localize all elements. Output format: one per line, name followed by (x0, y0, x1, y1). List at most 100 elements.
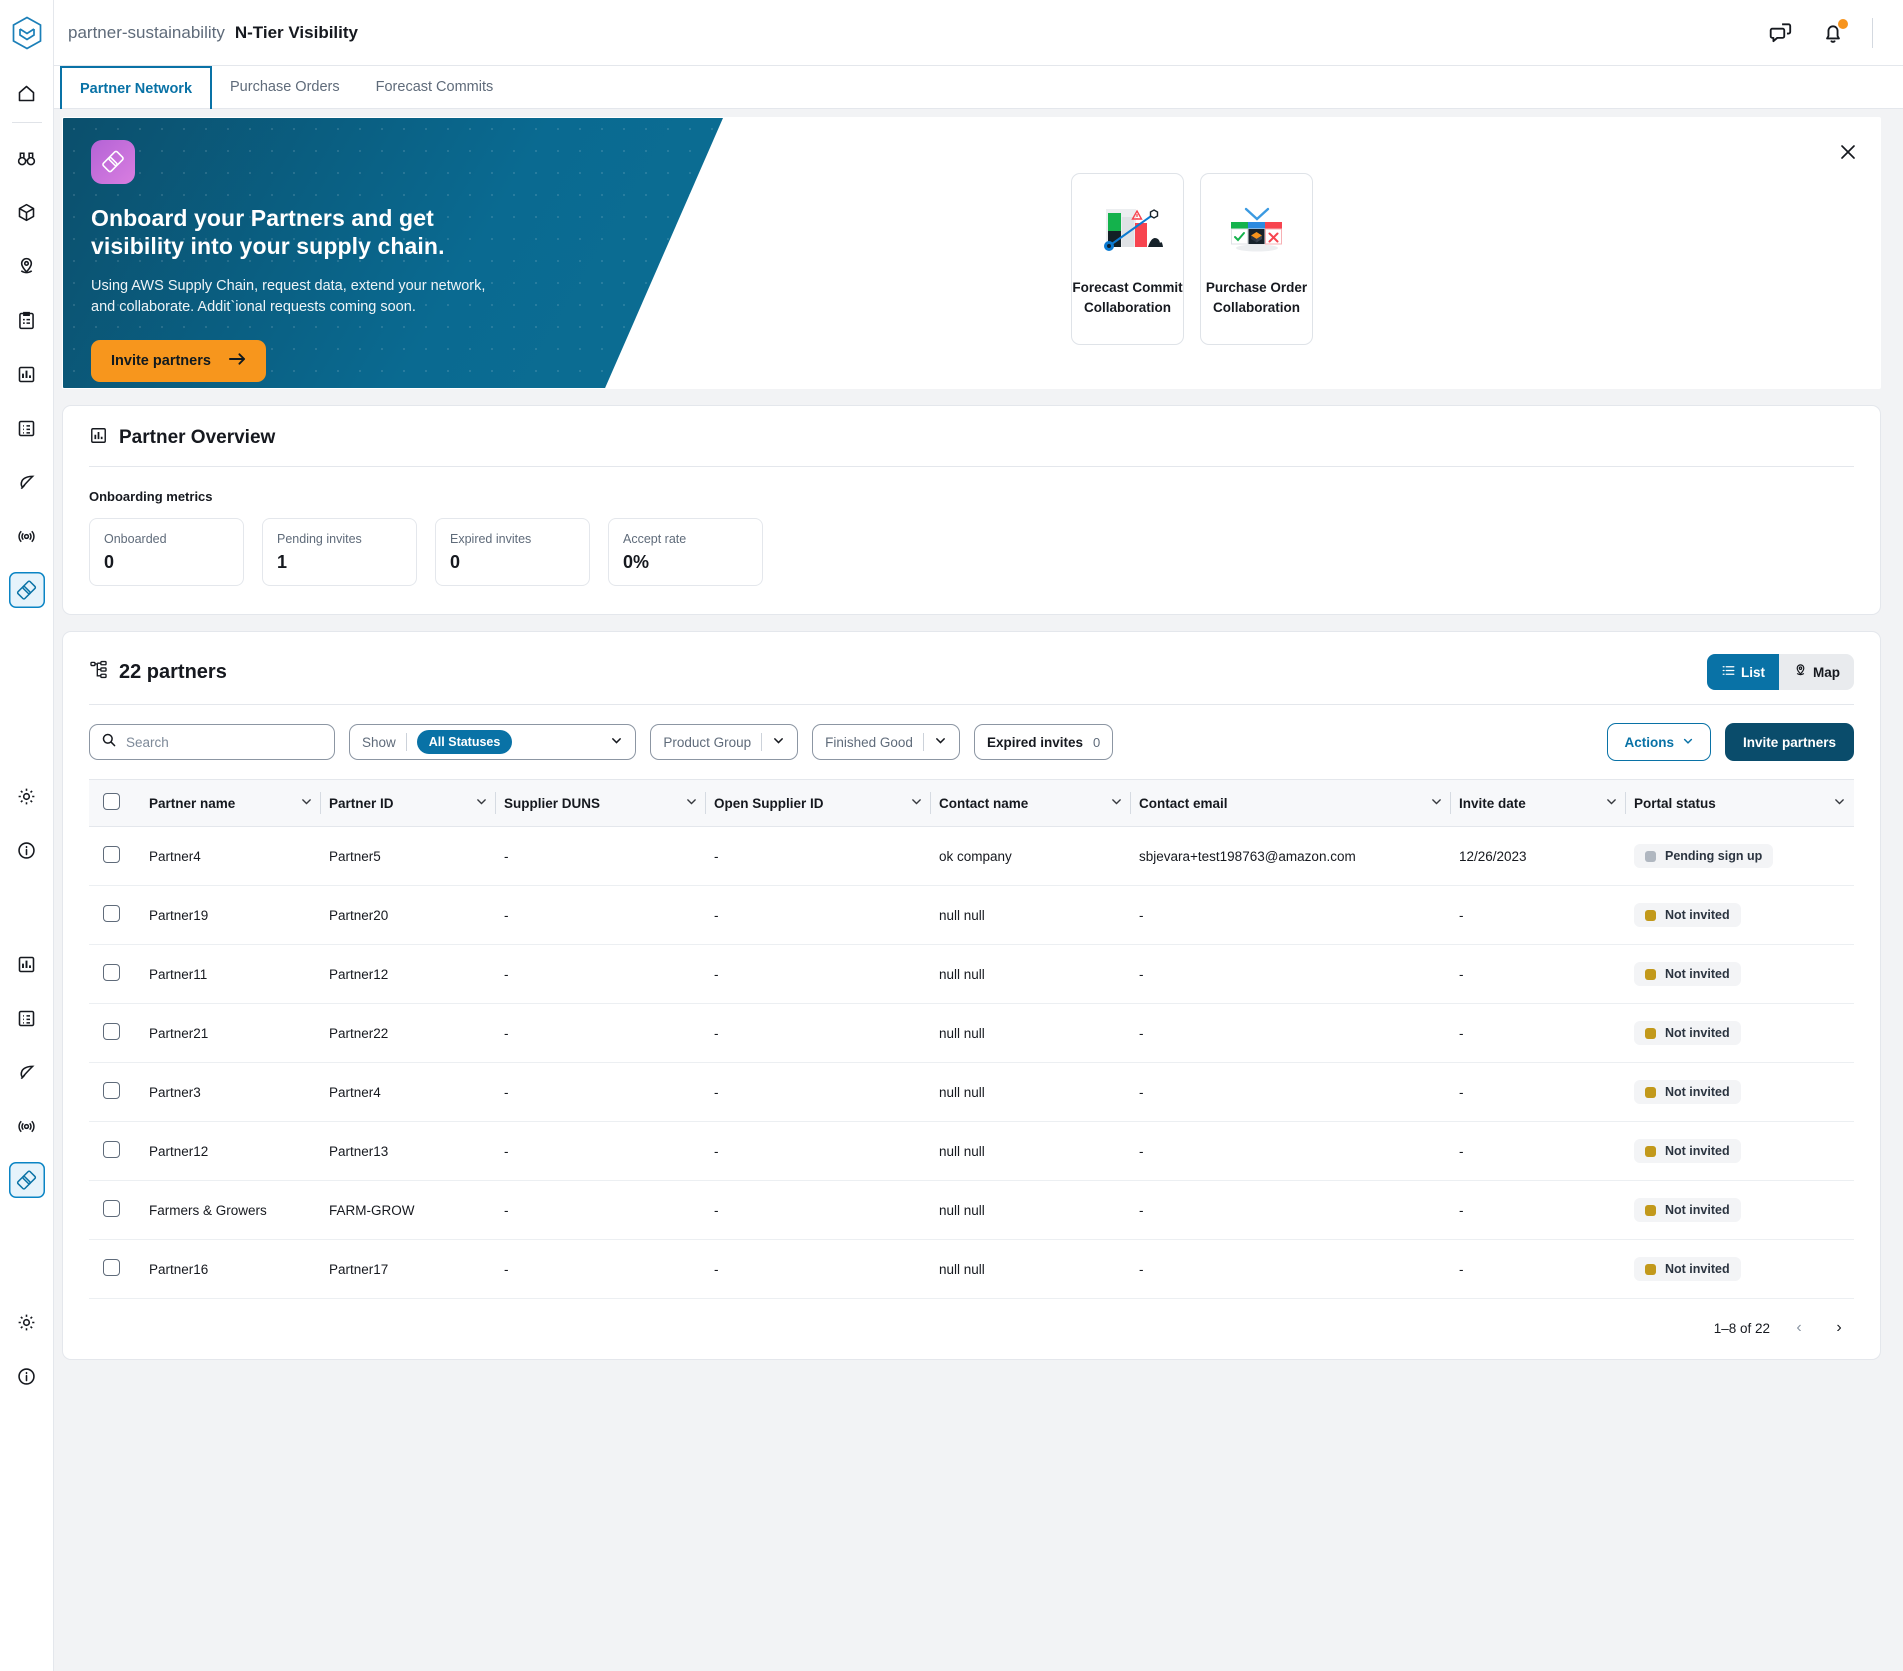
partners-filters: Show All Statuses Product Group Finished… (63, 705, 1880, 779)
chevron-down-icon (300, 795, 313, 811)
sidebar-item-analytics-2[interactable] (9, 946, 45, 982)
search-box[interactable] (89, 724, 335, 760)
sidebar-item-network-radar[interactable] (9, 518, 45, 554)
invite-partners-button[interactable]: Invite partners (1724, 723, 1854, 761)
cell-partner-name: Partner21 (141, 1003, 321, 1063)
row-checkbox[interactable] (103, 846, 120, 863)
col-portal-status[interactable]: Portal status (1626, 779, 1854, 827)
status-badge: Not invited (1634, 1080, 1741, 1104)
row-checkbox[interactable] (103, 1141, 120, 1158)
partner-overview-title: Partner Overview (119, 427, 276, 448)
actions-button[interactable]: Actions (1607, 723, 1711, 761)
breadcrumb-account[interactable]: partner-sustainability (68, 23, 225, 43)
table-row[interactable]: Partner21 Partner22- - null null - - Not invit… (89, 1003, 1854, 1063)
sidebar-item-inventory[interactable] (9, 194, 45, 230)
sidebar-item-sustainability[interactable] (9, 464, 45, 500)
view-toggle-map[interactable]: Map (1779, 654, 1854, 690)
aws-supply-chain-logo[interactable] (0, 0, 54, 66)
table-row[interactable]: Partner11 Partner12- - null null - - Not invit… (89, 944, 1854, 1004)
card-forecast-commit-collaboration[interactable]: Forecast Commit Collaboration (1071, 173, 1184, 345)
expired-invites-filter-count: 0 (1093, 734, 1101, 750)
card-purchase-order-label: Purchase Order Collaboration (1205, 279, 1308, 315)
col-invite-date[interactable]: Invite date (1451, 779, 1626, 827)
col-contact-email[interactable]: Contact email (1131, 779, 1451, 827)
col-supplier-duns[interactable]: Supplier DUNS (496, 779, 706, 827)
card-purchase-order-collaboration[interactable]: Purchase Order Collaboration (1200, 173, 1313, 345)
sidebar-item-insights[interactable] (9, 140, 45, 176)
sidebar-item-n-tier-visibility[interactable] (8, 572, 45, 608)
chevron-right-icon[interactable]: › (1828, 1317, 1850, 1339)
sidebar-item-sustainability-2[interactable] (9, 1054, 45, 1090)
sidebar-item-network-radar-2[interactable] (9, 1108, 45, 1144)
partners-header: 22 partners List Map (63, 632, 1880, 704)
partners-actions: Actions Invite partners (1607, 723, 1854, 761)
status-badge-label: Not invited (1665, 1144, 1730, 1158)
cell-open-supplier-id: - (706, 885, 931, 945)
sidebar-item-list-detail-2[interactable] (9, 1000, 45, 1036)
col-open-supplier-id[interactable]: Open Supplier ID (706, 779, 931, 827)
table-row[interactable]: Partner12 Partner13- - null null - - Not invit… (89, 1121, 1854, 1181)
row-checkbox[interactable] (103, 1082, 120, 1099)
col-partner-id[interactable]: Partner ID (321, 779, 496, 827)
close-icon[interactable] (1836, 140, 1860, 164)
metric-expired-invites: Expired invites 0 (435, 518, 590, 586)
tab-purchase-orders[interactable]: Purchase Orders (212, 66, 358, 108)
cell-portal-status: Pending sign up (1626, 826, 1854, 886)
status-badge-label: Not invited (1665, 1085, 1730, 1099)
search-input[interactable] (126, 734, 323, 750)
row-checkbox[interactable] (103, 964, 120, 981)
cell-portal-status: Not invited (1626, 1239, 1854, 1299)
table-row[interactable]: Partner16 Partner17- - null null - - Not invit… (89, 1239, 1854, 1299)
select-all-checkbox[interactable] (103, 793, 120, 810)
expired-invites-filter-label: Expired invites (986, 734, 1083, 750)
table-row[interactable]: Farmers & Growers FARM-GROW - - null null - - N… (89, 1180, 1854, 1240)
invite-partners-banner-button[interactable]: Invite partners (91, 340, 266, 383)
cell-partner-name: Partner19 (141, 885, 321, 945)
status-badge: Not invited (1634, 1139, 1741, 1163)
row-checkbox[interactable] (103, 905, 120, 922)
cell-invite-date: 12/26/2023 (1451, 826, 1626, 886)
sidebar-item-n-tier-visibility-2[interactable] (8, 1162, 45, 1198)
tab-forecast-commits[interactable]: Forecast Commits (358, 66, 512, 108)
status-dot-icon (1645, 1086, 1656, 1098)
settings-gear-icon-2[interactable] (9, 1304, 45, 1340)
banner-title: Onboard your Partners and get visibility… (91, 205, 445, 260)
col-open-supplier-id-label: Open Supplier ID (714, 795, 824, 811)
table-row[interactable]: Partner4 Partner5- - ok company sbjevara+tes… (89, 826, 1854, 886)
sidebar-item-location[interactable] (9, 248, 45, 284)
cell-partner-id: Partner22 (321, 1003, 496, 1063)
chat-icon[interactable] (1768, 20, 1794, 46)
chevron-left-icon[interactable]: ‹ (1788, 1317, 1810, 1339)
select-all-header (89, 779, 141, 827)
row-checkbox[interactable] (103, 1023, 120, 1040)
sidebar-item-list-detail[interactable] (9, 410, 45, 446)
col-portal-status-label: Portal status (1634, 795, 1716, 811)
table-row[interactable]: Partner19 Partner20- - null null - - Not invit… (89, 885, 1854, 945)
info-circle-icon-2[interactable] (9, 1358, 45, 1394)
col-contact-name[interactable]: Contact name (931, 779, 1131, 827)
sidebar-item-clipboard[interactable] (9, 302, 45, 338)
status-badge: Not invited (1634, 1257, 1741, 1281)
sidebar-item-home[interactable] (9, 75, 45, 111)
finished-good-filter-label: Finished Good (825, 734, 913, 750)
col-partner-name[interactable]: Partner name (141, 779, 321, 827)
expired-invites-filter[interactable]: Expired invites 0 (973, 724, 1114, 760)
row-checkbox[interactable] (103, 1200, 120, 1217)
tab-partner-network[interactable]: Partner Network (60, 66, 213, 109)
settings-gear-icon[interactable] (9, 778, 45, 814)
info-circle-icon[interactable] (9, 832, 45, 868)
view-toggle-map-label: Map (1813, 664, 1840, 680)
bell-icon[interactable] (1820, 18, 1848, 46)
row-checkbox[interactable] (103, 1259, 120, 1276)
cell-portal-status: Not invited (1626, 1003, 1854, 1063)
product-group-filter[interactable]: Product Group (650, 724, 799, 760)
finished-good-filter[interactable]: Finished Good (812, 724, 960, 760)
view-toggle-list[interactable]: List (1706, 654, 1779, 690)
cell-partner-id: Partner20 (321, 885, 496, 945)
status-filter[interactable]: Show All Statuses (349, 724, 637, 760)
cell-open-supplier-id: - (706, 1239, 931, 1299)
cell-supplier-duns: - (496, 1003, 706, 1063)
sidebar-item-analytics[interactable] (9, 356, 45, 392)
col-partner-name-label: Partner name (149, 795, 236, 811)
table-row[interactable]: Partner3 Partner4- - null null - - Not invited (89, 1062, 1854, 1122)
